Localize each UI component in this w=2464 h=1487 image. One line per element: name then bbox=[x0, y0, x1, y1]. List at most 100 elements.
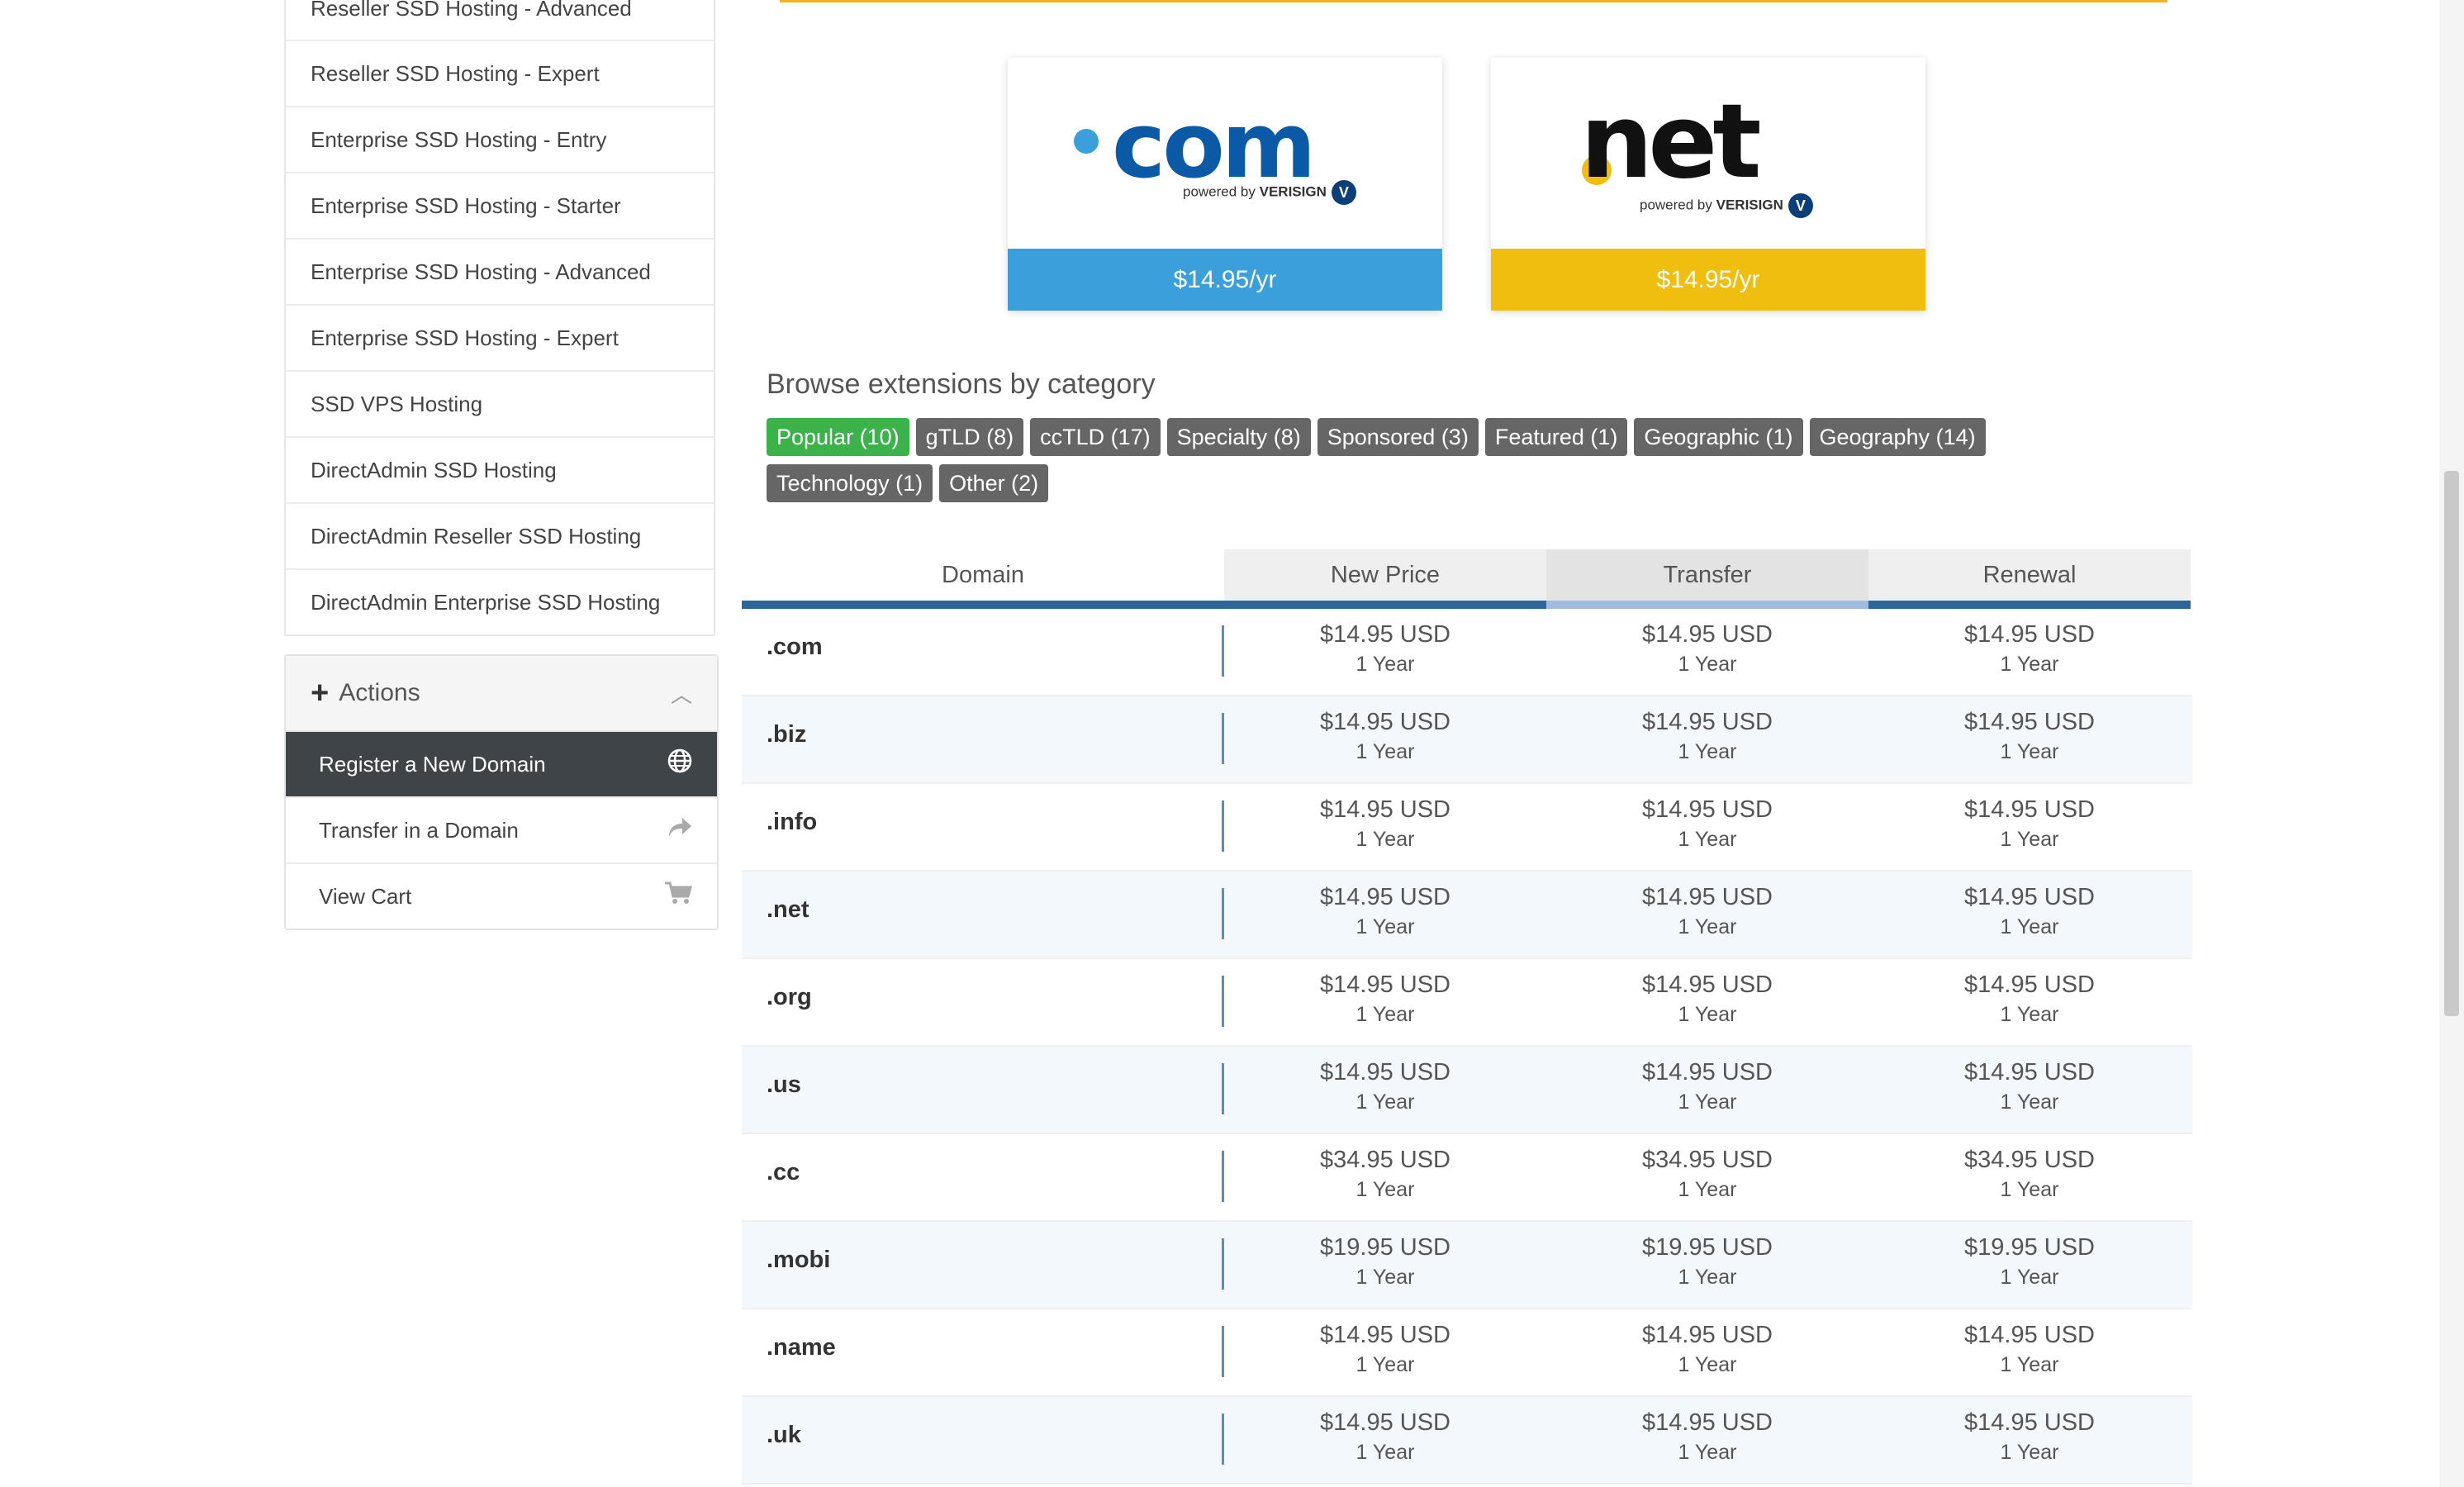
price-amount: $14.95 USD bbox=[1642, 796, 1773, 823]
price-period: 1 Year bbox=[1678, 915, 1737, 938]
scrollbar[interactable] bbox=[2439, 0, 2464, 1487]
price-amount: $14.95 USD bbox=[1320, 709, 1450, 735]
price-period: 1 Year bbox=[2000, 653, 2059, 676]
com-dot bbox=[1074, 129, 1099, 154]
price-period: 1 Year bbox=[1678, 1003, 1737, 1026]
price-amount: $14.95 USD bbox=[1964, 621, 2095, 648]
table-row: .com $14.95 USD 1 Year $14.95 USD 1 Year $14.… bbox=[742, 609, 2192, 696]
domain-cell: .com bbox=[742, 609, 1224, 695]
category-other[interactable]: Other (2) bbox=[939, 464, 1049, 502]
header-new-price[interactable]: New Price bbox=[1224, 549, 1546, 609]
category-specialty[interactable]: Specialty (8) bbox=[1166, 418, 1311, 456]
verisign-icon: V bbox=[1331, 180, 1356, 205]
com-powered-by: powered by VERISIGN V bbox=[1183, 180, 1356, 205]
domain-cell: .org bbox=[742, 959, 1224, 1045]
transfer-price-cell: $14.95 USD 1 Year bbox=[1546, 1309, 1868, 1395]
sidebar-item-enterprise-expert[interactable]: Enterprise SSD Hosting - Expert bbox=[286, 304, 714, 370]
category-geographic[interactable]: Geographic (1) bbox=[1634, 418, 1803, 456]
sidebar-item-reseller-expert[interactable]: Reseller SSD Hosting - Expert bbox=[286, 40, 714, 106]
sidebar-item-directadmin-enterprise[interactable]: DirectAdmin Enterprise SSD Hosting bbox=[286, 568, 714, 634]
price-period: 1 Year bbox=[1678, 1266, 1737, 1289]
sidebar-item-directadmin-ssd[interactable]: DirectAdmin SSD Hosting bbox=[286, 436, 714, 502]
column-separator bbox=[1222, 1238, 1224, 1290]
category-popular[interactable]: Popular (10) bbox=[767, 418, 909, 456]
promo-card-com[interactable]: com powered by VERISIGN V $14.95/yr bbox=[1008, 58, 1442, 311]
sidebar: Reseller SSD Hosting - Advanced Reseller… bbox=[284, 0, 715, 636]
table-body: .com $14.95 USD 1 Year $14.95 USD 1 Year $14.… bbox=[742, 609, 2192, 1485]
price-period: 1 Year bbox=[2000, 1353, 2059, 1376]
price-period: 1 Year bbox=[1355, 828, 1415, 851]
globe-icon bbox=[667, 748, 692, 780]
domain-cell: .net bbox=[742, 872, 1224, 957]
table-row: .name $14.95 USD 1 Year $14.95 USD 1 Year $14… bbox=[742, 1309, 2192, 1397]
table-row: .cc $34.95 USD 1 Year $34.95 USD 1 Year $34.9… bbox=[742, 1134, 2192, 1222]
register-domain-action[interactable]: Register a New Domain bbox=[286, 732, 717, 796]
price-amount: $14.95 USD bbox=[1320, 1409, 1450, 1436]
chevron-up-icon[interactable]: ︿ bbox=[671, 678, 692, 709]
transfer-price-cell: $14.95 USD 1 Year bbox=[1546, 784, 1868, 870]
column-separator bbox=[1222, 1413, 1224, 1465]
renewal-price-cell: $14.95 USD 1 Year bbox=[1868, 609, 2191, 695]
transfer-domain-action[interactable]: Transfer in a Domain bbox=[286, 796, 717, 862]
header-renewal[interactable]: Renewal bbox=[1868, 549, 2191, 609]
price-amount: $19.95 USD bbox=[1642, 1234, 1773, 1261]
price-period: 1 Year bbox=[2000, 1441, 2059, 1464]
price-period: 1 Year bbox=[1355, 1003, 1415, 1026]
category-filters: Popular (10) gTLD (8) ccTLD (17) Special… bbox=[767, 418, 2105, 502]
table-row: .uk $14.95 USD 1 Year $14.95 USD 1 Year $14.9… bbox=[742, 1397, 2192, 1485]
price-amount: $14.95 USD bbox=[1642, 1409, 1773, 1436]
price-period: 1 Year bbox=[1678, 1178, 1737, 1201]
table-row: .biz $14.95 USD 1 Year $14.95 USD 1 Year $14.… bbox=[742, 696, 2192, 784]
sidebar-item-ssd-vps[interactable]: SSD VPS Hosting bbox=[286, 370, 714, 436]
price-period: 1 Year bbox=[2000, 1090, 2059, 1114]
price-amount: $14.95 USD bbox=[1964, 884, 2095, 910]
tld-name: .net bbox=[767, 896, 809, 923]
price-period: 1 Year bbox=[2000, 1178, 2059, 1201]
price-period: 1 Year bbox=[2000, 1266, 2059, 1289]
price-period: 1 Year bbox=[1678, 828, 1737, 851]
transfer-price-cell: $14.95 USD 1 Year bbox=[1546, 609, 1868, 695]
actions-header[interactable]: + Actions ︿ bbox=[286, 656, 717, 732]
sidebar-item-reseller-advanced[interactable]: Reseller SSD Hosting - Advanced bbox=[286, 0, 714, 40]
new-price-cell: $14.95 USD 1 Year bbox=[1224, 609, 1546, 695]
price-amount: $14.95 USD bbox=[1642, 972, 1773, 998]
price-amount: $14.95 USD bbox=[1320, 1322, 1450, 1348]
new-price-cell: $34.95 USD 1 Year bbox=[1224, 1134, 1546, 1220]
price-amount: $14.95 USD bbox=[1964, 796, 2095, 823]
price-period: 1 Year bbox=[1678, 740, 1737, 763]
category-technology[interactable]: Technology (1) bbox=[767, 464, 933, 502]
price-amount: $14.95 USD bbox=[1642, 1059, 1773, 1086]
price-period: 1 Year bbox=[2000, 828, 2059, 851]
category-sponsored[interactable]: Sponsored (3) bbox=[1317, 418, 1479, 456]
transfer-price-cell: $14.95 USD 1 Year bbox=[1546, 696, 1868, 782]
category-cctld[interactable]: ccTLD (17) bbox=[1030, 418, 1161, 456]
price-amount: $19.95 USD bbox=[1320, 1234, 1450, 1261]
promo-card-net[interactable]: net powered by VERISIGN V $14.95/yr bbox=[1491, 58, 1925, 311]
column-separator bbox=[1222, 888, 1224, 939]
view-cart-action[interactable]: View Cart bbox=[286, 862, 717, 929]
price-period: 1 Year bbox=[1355, 915, 1415, 938]
column-separator bbox=[1222, 1063, 1224, 1114]
category-geography[interactable]: Geography (14) bbox=[1809, 418, 1986, 456]
sidebar-item-enterprise-advanced[interactable]: Enterprise SSD Hosting - Advanced bbox=[286, 238, 714, 304]
header-transfer[interactable]: Transfer bbox=[1546, 549, 1868, 609]
price-period: 1 Year bbox=[1678, 1090, 1737, 1114]
header-domain[interactable]: Domain bbox=[742, 549, 1224, 609]
price-amount: $19.95 USD bbox=[1964, 1234, 2095, 1261]
table-row: .us $14.95 USD 1 Year $14.95 USD 1 Year $14.9… bbox=[742, 1047, 2192, 1134]
sidebar-item-enterprise-entry[interactable]: Enterprise SSD Hosting - Entry bbox=[286, 106, 714, 172]
tld-name: .us bbox=[767, 1071, 801, 1098]
sidebar-item-directadmin-reseller[interactable]: DirectAdmin Reseller SSD Hosting bbox=[286, 502, 714, 568]
net-price: $14.95/yr bbox=[1491, 249, 1925, 311]
price-amount: $14.95 USD bbox=[1964, 709, 2095, 735]
column-separator bbox=[1222, 1151, 1224, 1202]
column-separator bbox=[1222, 801, 1224, 852]
scrollbar-thumb[interactable] bbox=[2444, 471, 2459, 1016]
category-gtld[interactable]: gTLD (8) bbox=[915, 418, 1024, 456]
price-amount: $14.95 USD bbox=[1964, 972, 2095, 998]
category-featured[interactable]: Featured (1) bbox=[1484, 418, 1628, 456]
sidebar-item-enterprise-starter[interactable]: Enterprise SSD Hosting - Starter bbox=[286, 172, 714, 238]
renewal-price-cell: $19.95 USD 1 Year bbox=[1868, 1222, 2191, 1308]
price-period: 1 Year bbox=[1678, 653, 1737, 676]
browse-title: Browse extensions by category bbox=[767, 368, 1156, 400]
